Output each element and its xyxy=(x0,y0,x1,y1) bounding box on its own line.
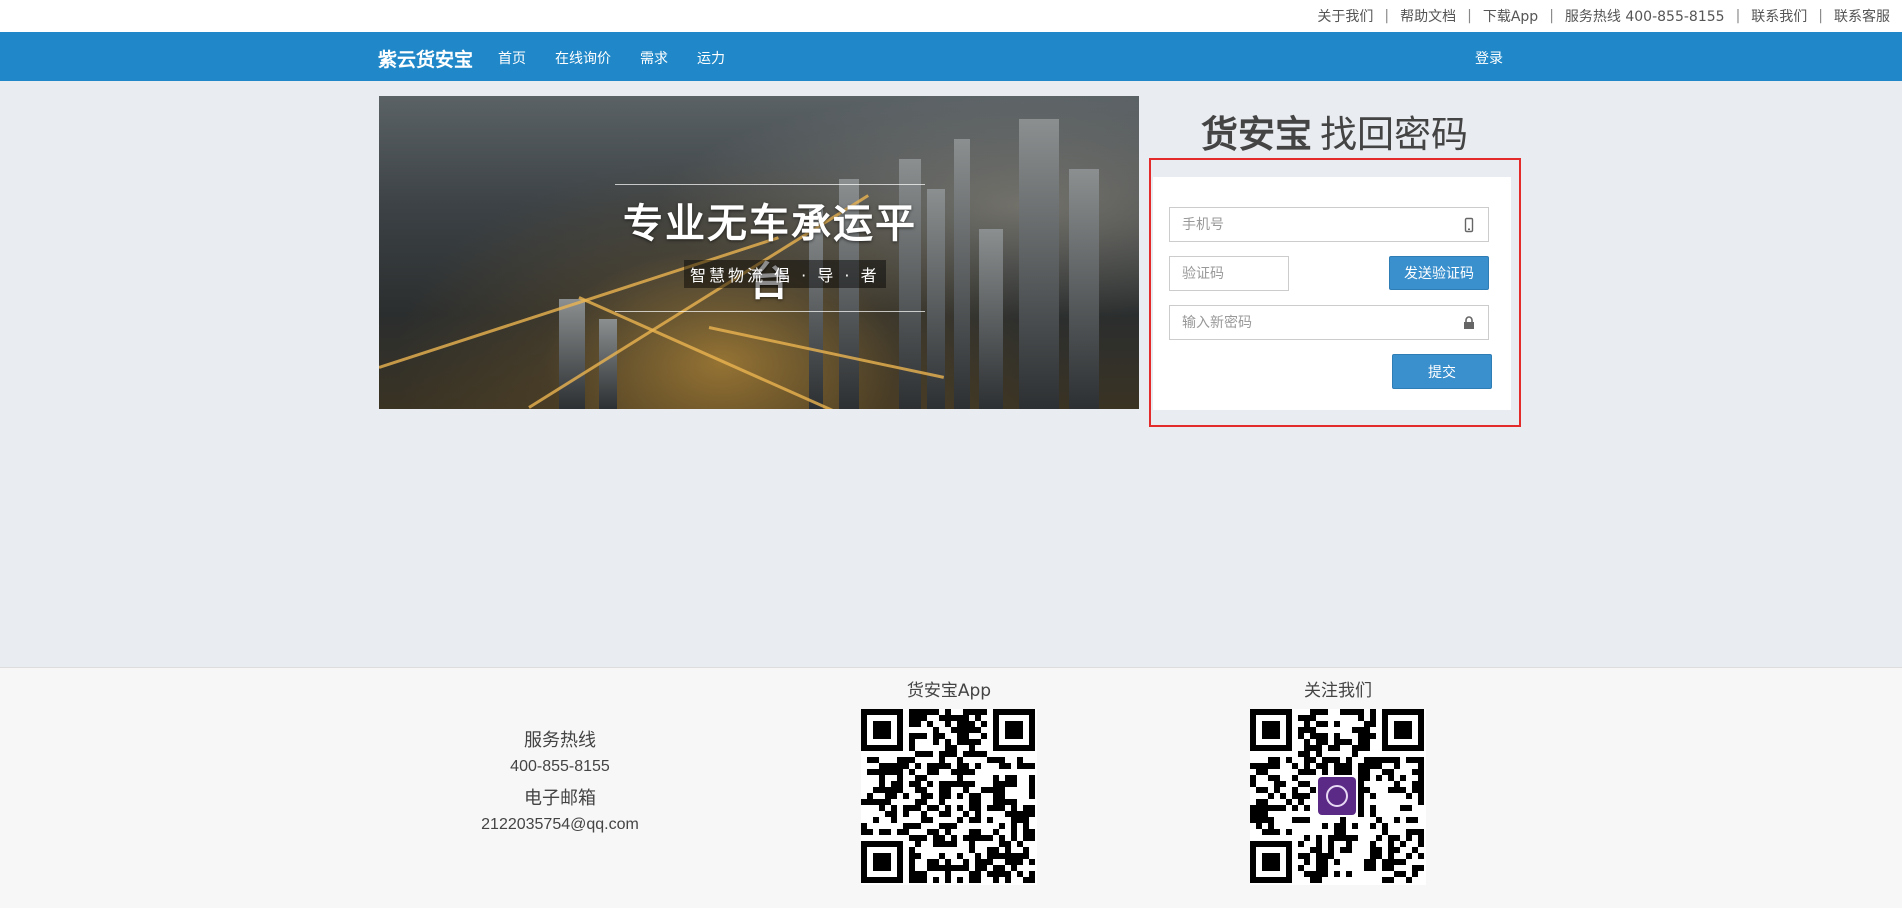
main-navbar: 紫云货安宝 首页 在线询价 需求 运力 登录 xyxy=(0,32,1902,81)
separator: | xyxy=(1384,8,1390,24)
banner-subtitle: 智慧物流 倡 · 导 · 者 xyxy=(684,260,886,288)
banner-decoration xyxy=(979,229,1003,409)
form-title-brand: 货安宝 xyxy=(1201,113,1312,156)
about-us-link[interactable]: 关于我们 xyxy=(1317,6,1373,26)
separator: | xyxy=(1549,8,1554,24)
nav-demand[interactable]: 需求 xyxy=(640,48,668,68)
form-title-text: 找回密码 xyxy=(1320,113,1468,156)
contact-info: 服务热线 400-855-8155 电子邮箱 2122035754@qq.com xyxy=(440,726,680,842)
top-utility-bar: 关于我们 | 帮助文档 | 下载App | 服务热线 400-855-8155 … xyxy=(0,0,1902,32)
code-field[interactable] xyxy=(1169,256,1289,291)
phone-field[interactable] xyxy=(1169,207,1489,242)
contact-support-link[interactable]: 联系客服 xyxy=(1834,6,1890,26)
email-value: 2122035754@qq.com xyxy=(481,816,639,833)
separator: | xyxy=(1467,8,1472,24)
service-hotline-link[interactable]: 服务热线 400-855-8155 xyxy=(1565,6,1725,26)
nav-online-inquiry[interactable]: 在线询价 xyxy=(555,48,611,68)
nav-capacity[interactable]: 运力 xyxy=(697,48,725,68)
follow-qr-block: 关注我们 xyxy=(1248,676,1428,885)
banner-title: 专业无车承运平台 xyxy=(615,184,925,312)
download-app-link[interactable]: 下载App xyxy=(1483,6,1538,26)
send-code-button[interactable]: 发送验证码 xyxy=(1389,256,1489,290)
hotline-value: 400-855-8155 xyxy=(510,758,610,775)
email-label: 电子邮箱 xyxy=(524,788,596,809)
app-qr-caption: 货安宝App xyxy=(906,681,992,701)
brand-logo[interactable]: 紫云货安宝 xyxy=(378,45,473,72)
hotline-label: 服务热线 xyxy=(524,730,596,751)
banner-decoration xyxy=(1069,169,1099,409)
separator: | xyxy=(1735,8,1741,24)
hero-banner: 专业无车承运平台 智慧物流 倡 · 导 · 者 xyxy=(379,96,1139,409)
lock-icon xyxy=(1462,315,1476,331)
footer: 服务热线 400-855-8155 电子邮箱 2122035754@qq.com… xyxy=(0,667,1902,908)
code-input[interactable] xyxy=(1182,257,1288,290)
nav-links: 首页 在线询价 需求 运力 xyxy=(498,48,754,68)
app-qr-block: 货安宝App xyxy=(859,676,1039,885)
contact-us-link[interactable]: 联系我们 xyxy=(1751,6,1807,26)
login-link[interactable]: 登录 xyxy=(1475,48,1503,68)
reset-password-form: 发送验证码 提交 xyxy=(1153,177,1511,410)
banner-decoration xyxy=(559,299,585,409)
follow-qr-caption: 关注我们 xyxy=(1304,681,1372,701)
form-title: 货安宝 找回密码 xyxy=(1201,104,1468,158)
banner-decoration xyxy=(954,139,970,409)
banner-decoration xyxy=(1019,119,1059,409)
nav-home[interactable]: 首页 xyxy=(498,48,526,68)
new-password-field[interactable] xyxy=(1169,305,1489,340)
phone-icon xyxy=(1462,217,1476,233)
submit-button[interactable]: 提交 xyxy=(1392,354,1492,389)
phone-input[interactable] xyxy=(1182,208,1488,241)
help-docs-link[interactable]: 帮助文档 xyxy=(1400,6,1456,26)
banner-decoration xyxy=(599,319,617,409)
app-qr-code xyxy=(861,709,1037,885)
follow-qr-code xyxy=(1250,709,1426,885)
new-password-input[interactable] xyxy=(1182,306,1488,339)
separator: | xyxy=(1818,8,1823,24)
